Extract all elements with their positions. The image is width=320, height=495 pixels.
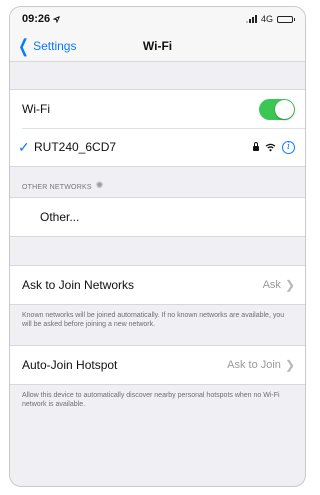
ask-to-join-row[interactable]: Ask to Join Networks Ask ❯	[10, 266, 305, 304]
other-networks-title: OTHER NETWORKS	[22, 184, 92, 191]
wifi-group: Wi-Fi ✓ RUT240_6CD7 i	[10, 89, 305, 167]
wifi-label: Wi-Fi	[22, 102, 50, 116]
ask-to-join-footer: Known networks will be joined automatica…	[22, 312, 285, 328]
back-button[interactable]: ❮ Settings	[16, 31, 76, 61]
status-time: 09:26	[22, 13, 51, 25]
ask-to-join-label: Ask to Join Networks	[22, 278, 135, 292]
phone-screen: 09:26 4G ❮ Settings Wi-Fi Wi-Fi ✓ RUT240…	[9, 6, 306, 487]
auto-join-hotspot-value-wrap: Ask to Join ❯	[227, 358, 295, 372]
auto-join-hotspot-group: Auto-Join Hotspot Ask to Join ❯	[10, 345, 305, 385]
battery-icon	[277, 15, 295, 23]
back-label: Settings	[33, 39, 77, 53]
wifi-toggle[interactable]	[259, 98, 295, 120]
auto-join-hotspot-label: Auto-Join Hotspot	[22, 358, 118, 372]
spinner-icon: ✺	[95, 180, 104, 190]
cellular-signal-icon	[245, 15, 257, 23]
location-arrow-icon	[53, 15, 60, 23]
status-right: 4G	[245, 14, 295, 24]
checkmark-icon: ✓	[18, 138, 30, 155]
ask-to-join-value: Ask	[262, 279, 281, 291]
status-left: 09:26	[22, 13, 60, 25]
ask-to-join-value-wrap: Ask ❯	[263, 278, 295, 292]
status-bar: 09:26 4G	[10, 7, 305, 31]
chevron-left-icon: ❮	[18, 36, 29, 56]
connected-network-row[interactable]: ✓ RUT240_6CD7 i	[10, 128, 305, 166]
ask-to-join-group: Ask to Join Networks Ask ❯	[10, 265, 305, 305]
auto-join-hotspot-value: Ask to Join	[227, 359, 281, 371]
navigation-bar: ❮ Settings Wi-Fi	[10, 31, 305, 62]
lock-icon	[253, 142, 259, 151]
wifi-toggle-row: Wi-Fi	[10, 90, 305, 128]
info-icon[interactable]: i	[282, 140, 295, 154]
connected-network-name: RUT240_6CD7	[34, 140, 117, 154]
other-network-label: Other...	[40, 210, 80, 224]
network-icons: i	[253, 140, 295, 154]
other-networks-group: Other...	[10, 197, 305, 237]
auto-join-hotspot-footer: Allow this device to automatically disco…	[22, 392, 280, 408]
wifi-icon	[265, 143, 276, 151]
network-type: 4G	[260, 14, 273, 24]
chevron-right-icon: ❯	[284, 358, 295, 372]
other-networks-header: OTHER NETWORKS ✺	[10, 167, 305, 197]
other-network-row[interactable]: Other...	[10, 198, 305, 236]
chevron-right-icon: ❯	[284, 278, 295, 292]
auto-join-hotspot-row[interactable]: Auto-Join Hotspot Ask to Join ❯	[10, 346, 305, 384]
